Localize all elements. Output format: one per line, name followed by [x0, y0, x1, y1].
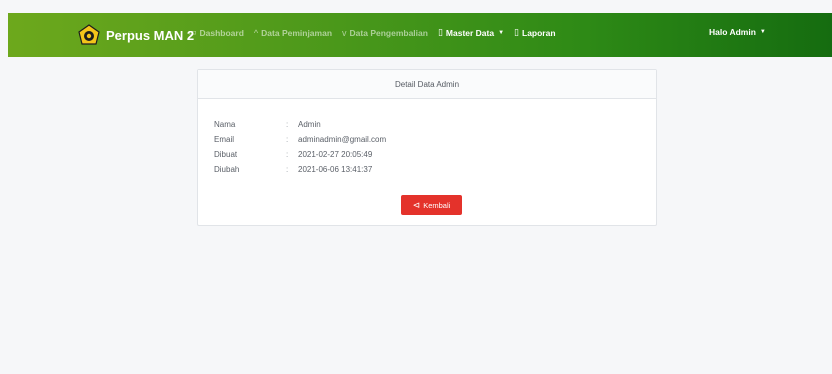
nav-master-data[interactable]: ▯ Master Data ▼: [438, 27, 504, 38]
arrow-left-circle-icon: ⊲: [412, 199, 421, 210]
detail-row-nama: Nama : Admin: [214, 117, 386, 132]
caret-down-icon: ▼: [498, 29, 505, 36]
back-button[interactable]: ⊲ Kembali: [401, 195, 462, 215]
brand-name: Perpus MAN 2: [106, 27, 195, 43]
document-icon: ▯: [514, 27, 519, 37]
field-label: Email: [214, 135, 235, 144]
nav-master-data-label: Master Data: [445, 27, 495, 38]
field-separator: :: [286, 165, 289, 174]
caret-down-icon: ▼: [759, 29, 766, 35]
detail-row-diubah: Diubah : 2021-06-06 13:41:37: [214, 162, 386, 177]
chevron-up-icon: ^: [253, 27, 259, 38]
card-title: Detail Data Admin: [394, 79, 460, 89]
field-label: Diubah: [214, 165, 240, 174]
nav-laporan-label: Laporan: [522, 27, 556, 38]
field-separator: :: [286, 150, 289, 159]
user-greeting: Halo Admin: [709, 27, 756, 37]
detail-row-dibuat: Dibuat : 2021-02-27 20:05:49: [214, 147, 386, 162]
detail-row-email: Email : adminadmin@gmail.com: [214, 132, 386, 147]
library-logo-icon: [78, 24, 100, 45]
monitor-icon: ▭: [188, 27, 197, 37]
field-separator: :: [286, 120, 289, 129]
nav-data-peminjaman[interactable]: ^ Data Peminjaman: [254, 28, 332, 38]
nav-dashboard[interactable]: ▭ Dashboard: [188, 27, 244, 38]
detail-list: Nama : Admin Email : adminadmin@gmail.co…: [214, 117, 386, 177]
book-icon: ▯: [437, 27, 443, 37]
brand-link[interactable]: Perpus MAN 2: [78, 24, 194, 46]
field-value: 2021-02-27 20:05:49: [298, 150, 373, 159]
field-value: Admin: [298, 120, 321, 129]
user-menu-dropdown[interactable]: Halo Admin ▼: [709, 27, 766, 37]
nav-data-peminjaman-label: Data Peminjaman: [261, 27, 333, 38]
back-button-label: Kembali: [423, 200, 451, 210]
nav-data-pengembalian-label: Data Pengembalian: [349, 27, 428, 38]
field-label: Dibuat: [214, 150, 238, 159]
card-header: Detail Data Admin: [198, 70, 656, 99]
nav-laporan[interactable]: ▯ Laporan: [514, 27, 555, 38]
field-value: 2021-06-06 13:41:37: [298, 165, 373, 174]
field-value: adminadmin@gmail.com: [298, 135, 387, 144]
admin-detail-card: Detail Data Admin Nama : Admin Email : a…: [197, 69, 657, 226]
nav-dashboard-label: Dashboard: [199, 27, 244, 38]
nav-data-pengembalian[interactable]: v Data Pengembalian: [342, 28, 428, 38]
chevron-down-icon: v: [342, 27, 347, 38]
field-label: Nama: [214, 120, 236, 129]
top-navbar: Perpus MAN 2 ▭ Dashboard ^ Data Peminjam…: [8, 13, 832, 57]
field-separator: :: [286, 135, 289, 144]
